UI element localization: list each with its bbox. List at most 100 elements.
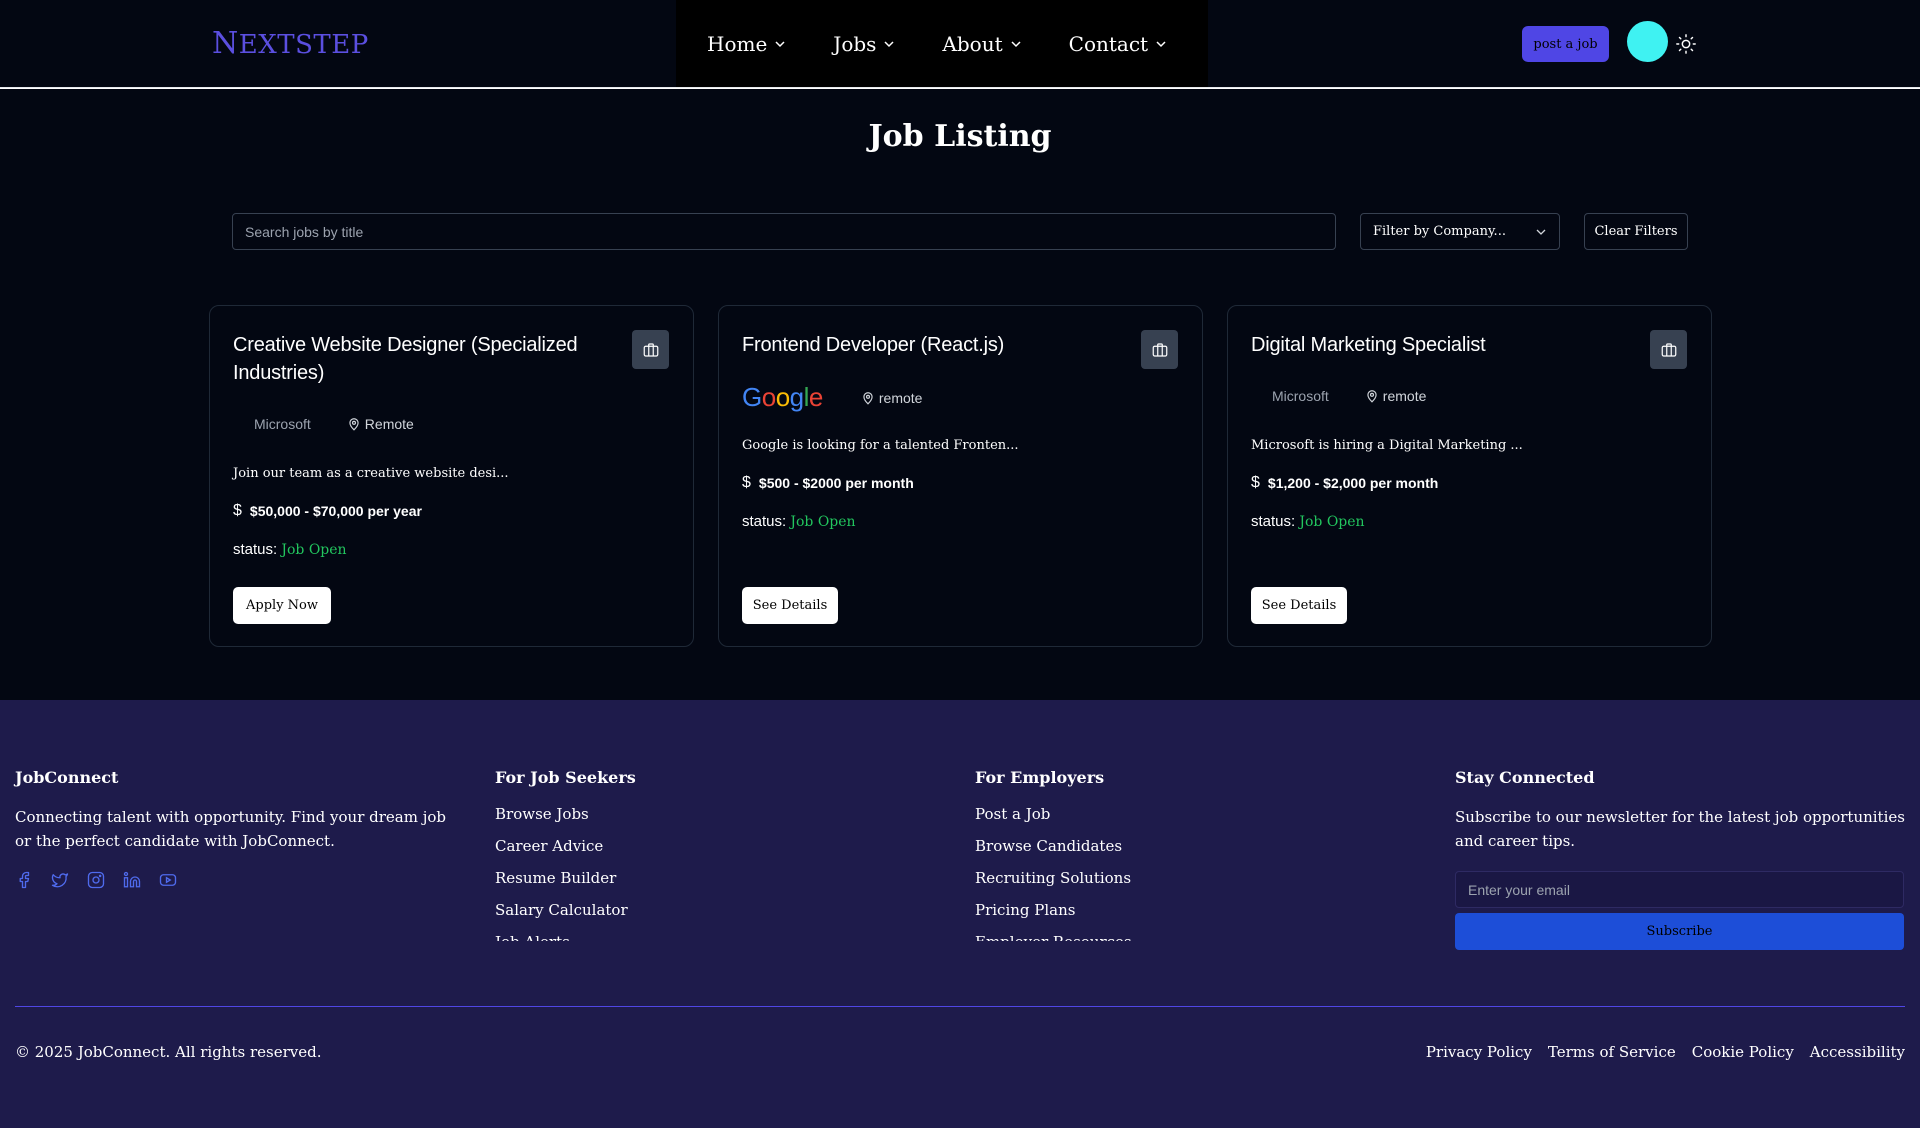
footer-brand-title: JobConnect [15, 768, 119, 787]
status-badge: Job Open [1299, 514, 1365, 530]
accessibility-link[interactable]: Accessibility [1810, 1043, 1905, 1061]
footer-link-job-alerts[interactable]: Job Alerts [495, 933, 795, 941]
job-title[interactable]: Creative Website Designer (Specialized I… [233, 331, 613, 387]
job-salary: $ $1,200 - $2,000 per month [1251, 474, 1438, 492]
footer-seekers-title: For Job Seekers [495, 768, 636, 787]
job-location-label: Remote [364, 416, 414, 432]
company-name: Microsoft [1272, 388, 1329, 404]
apply-now-button[interactable]: Apply Now [233, 587, 331, 624]
dollar-icon: $ [233, 502, 242, 519]
clear-filters-button[interactable]: Clear Filters [1584, 213, 1688, 250]
job-status: status: Job Open [1251, 513, 1365, 530]
job-listing-section: Job Listing Search jobs by title Filter … [0, 89, 1920, 700]
footer-link-browse-jobs[interactable]: Browse Jobs [495, 805, 795, 824]
google-logo: Google [742, 382, 823, 412]
chevron-down-icon [1011, 40, 1021, 47]
footer-newsletter: Stay Connected Subscribe to our newslett… [1455, 768, 1905, 950]
map-pin-icon [349, 418, 359, 431]
search-input[interactable]: Search jobs by title [232, 213, 1336, 250]
footer-brand-text: Connecting talent with opportunity. Find… [15, 808, 446, 850]
job-card: Creative Website Designer (Specialized I… [209, 305, 694, 647]
footer-link-employer-resources[interactable]: Employer Resources [975, 933, 1275, 941]
footer-employers-links: Post a Job Browse Candidates Recruiting … [975, 805, 1275, 941]
see-details-button[interactable]: See Details [742, 587, 838, 624]
email-field[interactable]: Enter your email [1455, 871, 1904, 908]
map-pin-icon [863, 391, 873, 405]
job-status: status: Job Open [742, 513, 856, 530]
job-card: Frontend Developer (React.js) Google rem… [718, 305, 1203, 647]
nav-about-label: About [942, 31, 1003, 56]
job-description: Join our team as a creative website desi… [233, 466, 509, 481]
post-job-button[interactable]: post a job [1522, 26, 1609, 62]
subscribe-button[interactable]: Subscribe [1455, 913, 1904, 950]
nav-about[interactable]: About [942, 32, 1021, 56]
job-location: Remote [347, 416, 414, 432]
dollar-icon: $ [742, 474, 751, 491]
footer-link-pricing-plans[interactable]: Pricing Plans [975, 901, 1275, 920]
job-location-label: remote [1382, 388, 1427, 404]
job-salary: $ $50,000 - $70,000 per year [233, 502, 422, 520]
status-label: status: [1251, 513, 1296, 530]
footer-link-salary-calculator[interactable]: Salary Calculator [495, 901, 795, 920]
footer-link-career-advice[interactable]: Career Advice [495, 837, 795, 856]
cookie-policy-link[interactable]: Cookie Policy [1692, 1043, 1794, 1061]
privacy-policy-link[interactable]: Privacy Policy [1426, 1043, 1532, 1061]
logo-initial: N [212, 26, 239, 61]
sun-icon[interactable] [1675, 33, 1697, 55]
site-footer: JobConnect Connecting talent with opport… [0, 700, 1920, 1128]
map-pin-icon [1367, 390, 1377, 403]
status-badge: Job Open [281, 542, 347, 558]
job-meta: Microsoft remote [1251, 388, 1426, 404]
nav-contact-label: Contact [1068, 31, 1149, 56]
briefcase-icon[interactable] [1650, 330, 1687, 369]
logo[interactable]: NEXTSTEP [212, 26, 369, 61]
footer-divider [15, 1006, 1905, 1007]
avatar[interactable] [1627, 21, 1668, 62]
chevron-down-icon [775, 40, 785, 47]
job-title[interactable]: Digital Marketing Specialist [1251, 331, 1631, 359]
footer-newsletter-title: Stay Connected [1455, 768, 1595, 787]
footer-link-resume-builder[interactable]: Resume Builder [495, 869, 795, 888]
nav-jobs[interactable]: Jobs [833, 32, 895, 56]
job-salary-value: $1,200 - $2,000 per month [1267, 475, 1439, 491]
page-title: Job Listing [868, 119, 1052, 154]
briefcase-icon[interactable] [632, 330, 669, 369]
see-details-button[interactable]: See Details [1251, 587, 1347, 624]
chevron-down-icon [1156, 40, 1166, 47]
footer-newsletter-text: Subscribe to our newsletter for the late… [1455, 808, 1905, 850]
chevron-down-icon [884, 40, 894, 47]
job-salary-value: $500 - $2000 per month [758, 475, 914, 491]
status-label: status: [742, 513, 787, 530]
footer-link-post-job[interactable]: Post a Job [975, 805, 1275, 824]
footer-brand: JobConnect Connecting talent with opport… [15, 768, 455, 889]
footer-job-seekers: For Job Seekers Browse Jobs Career Advic… [495, 768, 795, 941]
main-nav: Home Jobs About Contact [676, 0, 1208, 87]
nav-jobs-label: Jobs [833, 31, 877, 56]
youtube-icon[interactable] [159, 871, 177, 889]
nav-contact[interactable]: Contact [1069, 32, 1167, 56]
footer-link-browse-candidates[interactable]: Browse Candidates [975, 837, 1275, 856]
nav-home-label: Home [707, 31, 768, 56]
terms-of-service-link[interactable]: Terms of Service [1548, 1043, 1676, 1061]
job-salary-value: $50,000 - $70,000 per year [249, 503, 422, 519]
linkedin-icon[interactable] [123, 871, 141, 889]
nav-home[interactable]: Home [707, 32, 786, 56]
instagram-icon[interactable] [87, 871, 105, 889]
dollar-icon: $ [1251, 474, 1260, 491]
footer-employers-title: For Employers [975, 768, 1105, 787]
chevron-down-icon [1536, 229, 1546, 235]
briefcase-icon[interactable] [1141, 330, 1178, 369]
job-meta: Google remote [742, 382, 922, 413]
logo-text: EXTSTEP [238, 30, 369, 60]
company-filter-label: Filter by Company... [1373, 224, 1506, 239]
footer-link-recruiting-solutions[interactable]: Recruiting Solutions [975, 869, 1275, 888]
job-card: Digital Marketing Specialist Microsoft r… [1227, 305, 1712, 647]
job-title[interactable]: Frontend Developer (React.js) [742, 331, 1122, 359]
site-header: NEXTSTEP Home Jobs About Contact post a … [0, 0, 1920, 88]
job-salary: $ $500 - $2000 per month [742, 474, 914, 492]
facebook-icon[interactable] [15, 871, 33, 889]
legal-links: Privacy Policy Terms of Service Cookie P… [1410, 1043, 1905, 1061]
twitter-icon[interactable] [51, 871, 69, 889]
job-location: remote [861, 390, 922, 406]
company-filter-select[interactable]: Filter by Company... [1360, 213, 1560, 250]
